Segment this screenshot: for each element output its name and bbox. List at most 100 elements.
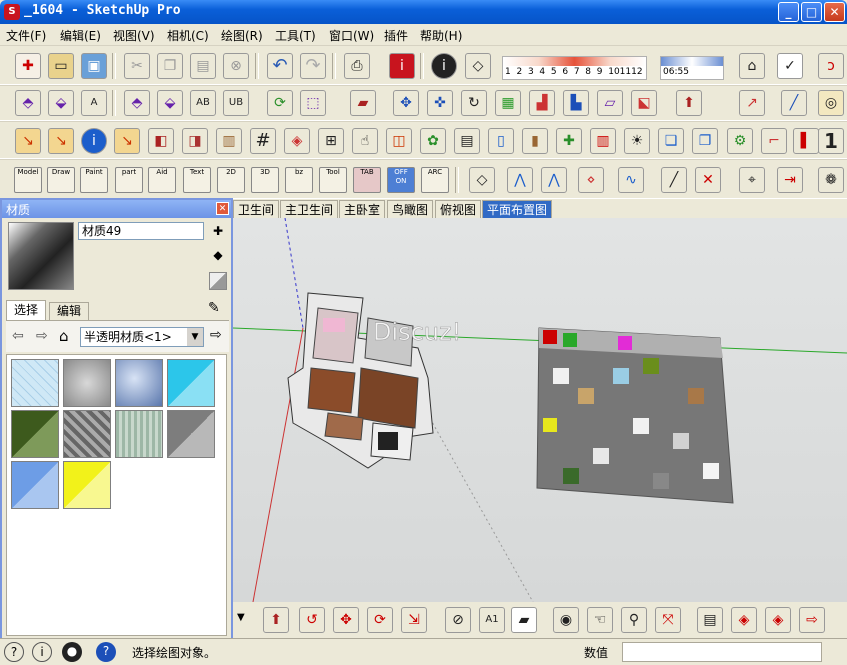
menu-view[interactable]: 视图(V) (113, 27, 155, 44)
roof-2-icon[interactable]: ⋀ (541, 167, 567, 193)
menu-window[interactable]: 窗口(W) (329, 27, 374, 44)
stair-icon[interactable]: ▟ (529, 90, 555, 116)
open-icon[interactable]: ▭ (48, 53, 74, 79)
xray-icon[interactable]: ⬙ (48, 90, 74, 116)
shadow-time-slider[interactable]: 06:55 (660, 56, 724, 80)
export-icon[interactable]: ⇥ (777, 167, 803, 193)
create-material-icon[interactable]: ✚ (210, 224, 226, 240)
number-one-icon[interactable]: 1 (818, 128, 844, 154)
camera-icon[interactable]: ◎ (818, 90, 844, 116)
aid-button[interactable]: Aid (148, 167, 176, 193)
menu-help[interactable]: 帮助(H) (420, 27, 462, 44)
extend-line-icon[interactable]: ╱ (661, 167, 687, 193)
swatch-yellow[interactable] (63, 461, 111, 509)
layers-icon[interactable]: ❏ (658, 128, 684, 154)
back-arrow-icon[interactable]: ⇦ (12, 328, 24, 344)
print-icon[interactable]: ⎙ (344, 53, 370, 79)
warehouse-icon[interactable]: ⌂ (739, 53, 765, 79)
axes-tool-icon[interactable]: ⬘ (15, 90, 41, 116)
swatch-green-glass[interactable] (115, 410, 163, 458)
dimension-tool-icon[interactable]: AB (190, 90, 216, 116)
toolbar-dropdown-icon[interactable]: ▼ (237, 612, 245, 623)
3d-viewport[interactable]: Discuz! (233, 218, 847, 602)
scale-tool-icon[interactable]: ⬚ (300, 90, 326, 116)
close-button[interactable]: ✕ (824, 2, 845, 22)
lamp-icon[interactable]: ☀ (624, 128, 650, 154)
swatch-frosted[interactable] (63, 359, 111, 407)
paint-bucket-icon[interactable]: ◆ (210, 248, 226, 264)
offset-icon[interactable]: ◇ (469, 167, 495, 193)
puzzle-icon[interactable]: ✚ (556, 128, 582, 154)
cut-icon[interactable]: ✂ (124, 53, 150, 79)
arc-button[interactable]: ARC (421, 167, 449, 193)
info-icon[interactable]: i (431, 53, 457, 79)
curve-icon[interactable]: ∿ (618, 167, 644, 193)
instructor-icon[interactable]: ? (96, 642, 116, 662)
bar-icon[interactable]: ▌ (793, 128, 819, 154)
swatch-glass-grid[interactable] (11, 359, 59, 407)
rotate-tool-icon[interactable]: ⟳ (367, 607, 393, 633)
grid-icon[interactable]: # (250, 128, 276, 154)
menu-draw[interactable]: 绘图(R) (221, 27, 263, 44)
rotate-tool-icon[interactable]: ⟳ (267, 90, 293, 116)
text-button[interactable]: Text (183, 167, 211, 193)
paint-bucket-icon[interactable]: ▰ (350, 90, 376, 116)
tab-button[interactable]: TAB (353, 167, 381, 193)
roof-icon[interactable]: ⋀ (507, 167, 533, 193)
model-info-icon[interactable]: i (389, 53, 415, 79)
tab-scene-aerial[interactable]: 鸟瞰图 (387, 200, 434, 219)
tool-button[interactable]: Tool (319, 167, 347, 193)
move-copy-icon[interactable]: ✜ (427, 90, 453, 116)
menu-edit[interactable]: 编辑(E) (60, 27, 101, 44)
follow-me-icon[interactable]: ↗ (739, 90, 765, 116)
new-icon[interactable]: ✚ (15, 53, 41, 79)
3d-button[interactable]: 3D (251, 167, 279, 193)
part-button[interactable]: part (115, 167, 143, 193)
box-icon[interactable]: ◧ (148, 128, 174, 154)
orbit-icon[interactable]: ⬆ (263, 607, 289, 633)
frame-icon[interactable]: ▯ (488, 128, 514, 154)
tab-scene-master-bedroom[interactable]: 主卧室 (339, 200, 386, 219)
tab-scene-master-bathroom[interactable]: 主卫生间 (280, 200, 339, 219)
chevron-down-icon[interactable]: ▼ (187, 328, 203, 346)
erase-icon[interactable]: ⊗ (223, 53, 249, 79)
paste-icon[interactable]: ▤ (190, 53, 216, 79)
text-tool-icon[interactable]: A (81, 90, 107, 116)
model-button[interactable]: Model (14, 167, 42, 193)
draw-button[interactable]: Draw (47, 167, 75, 193)
tab-edit[interactable]: 编辑 (49, 302, 89, 320)
home-icon[interactable]: ⌂ (59, 327, 69, 345)
display-checkbox[interactable]: ✓ (777, 53, 803, 79)
catalog-icon[interactable]: ▥ (590, 128, 616, 154)
book-icon[interactable]: ▥ (216, 128, 242, 154)
copy-layer-icon[interactable]: ❐ (692, 128, 718, 154)
eyedropper-icon[interactable]: ✎ (208, 300, 226, 318)
section-tool-icon[interactable]: ⬘ (124, 90, 150, 116)
swatch-cyan[interactable] (167, 359, 215, 407)
shadow-date-slider[interactable]: 1 2 3 4 5 6 7 8 9 101112 (502, 56, 647, 80)
extension-icon[interactable]: ↄ (818, 53, 844, 79)
tape-measure-icon[interactable]: ⊘ (445, 607, 471, 633)
user-icon[interactable]: ● (62, 642, 82, 662)
component-icon[interactable]: ✿ (420, 128, 446, 154)
trim-icon[interactable]: ✕ (695, 167, 721, 193)
details-arrow-icon[interactable]: ⇨ (210, 327, 222, 343)
tab-scene-floor-plan[interactable]: 平面布置图 (482, 200, 553, 219)
zoom-extents-icon[interactable]: ⤧ (655, 607, 681, 633)
tab-scene-top-view[interactable]: 俯视图 (435, 200, 482, 219)
menu-tools[interactable]: 工具(T) (275, 27, 316, 44)
shell-icon[interactable]: ❁ (818, 167, 844, 193)
profile-icon[interactable]: ⌐ (761, 128, 787, 154)
position-camera-icon[interactable]: ◈ (765, 607, 791, 633)
menu-plugins[interactable]: 插件 (384, 27, 408, 44)
move-icon[interactable]: ✥ (393, 90, 419, 116)
material-name-field[interactable]: 材质49 (78, 222, 204, 240)
2d-button[interactable]: 2D (217, 167, 245, 193)
paint-button[interactable]: Paint (80, 167, 108, 193)
array-icon[interactable]: ▦ (495, 90, 521, 116)
wall-icon[interactable]: ▱ (597, 90, 623, 116)
orbit-camera-icon[interactable]: ◉ (553, 607, 579, 633)
swatch-blue[interactable] (11, 461, 59, 509)
section-display-icon[interactable]: ⬙ (157, 90, 183, 116)
door-frame-icon[interactable]: ▮ (522, 128, 548, 154)
